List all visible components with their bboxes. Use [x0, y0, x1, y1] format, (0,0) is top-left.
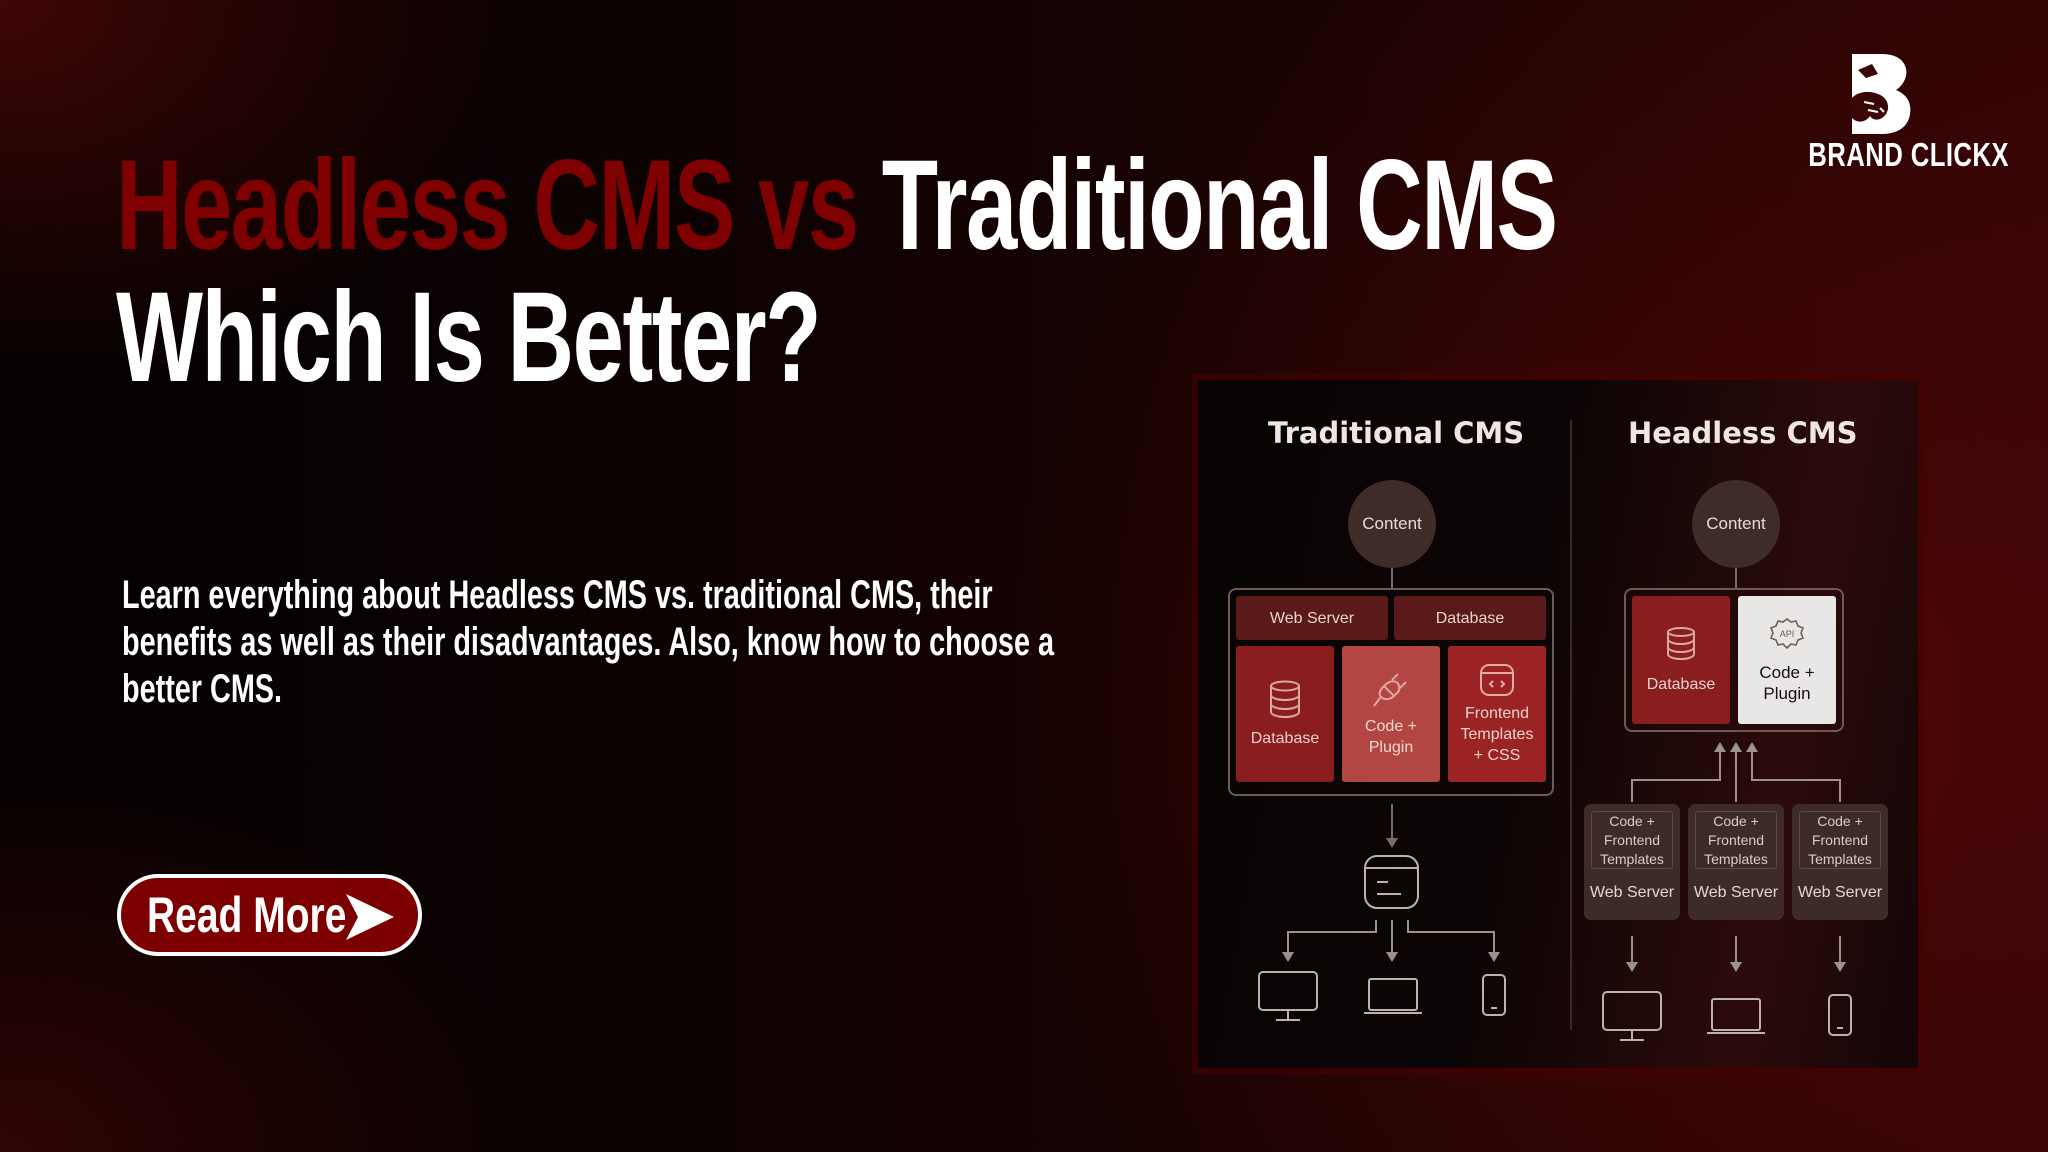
desktop-icon [1602, 991, 1662, 1041]
tile-database: Database [1632, 596, 1730, 724]
tile-database-top: Database [1394, 596, 1546, 640]
server-label: Web Server [1797, 884, 1883, 901]
server-inner: Code + Frontend Templates [1591, 811, 1673, 869]
headless-device-flow [1602, 936, 1852, 1041]
tile-label: Code + Plugin [1759, 663, 1815, 703]
tile-code-plugin: API Code + Plugin [1738, 596, 1836, 724]
read-more-label: Read More [147, 887, 347, 943]
tile-label: Database [1250, 729, 1320, 747]
play-arrow-icon [346, 894, 394, 940]
browser-window-icon [1364, 855, 1419, 909]
content-label: Content [1706, 514, 1766, 533]
tile-label: Web Server [1269, 609, 1355, 627]
server-inner: Code + Frontend Templates [1695, 811, 1777, 869]
server-inner-label: Code + Frontend Templates [1808, 812, 1872, 867]
connector-line [1735, 568, 1737, 590]
headless-title: Headless CMS [1628, 416, 1858, 450]
tile-label: Database [1435, 609, 1505, 627]
read-more-button[interactable]: Read More [117, 874, 422, 956]
traditional-stack: Web Server Database Database Code + Plug… [1228, 588, 1554, 796]
title-rest: Traditional CMS [881, 134, 1558, 277]
title-highlight: Headless CMS vs [116, 134, 859, 277]
laptop-icon [1707, 998, 1765, 1034]
server-label: Web Server [1693, 884, 1779, 901]
headless-up-arrows [1631, 742, 1841, 802]
content-label: Content [1362, 514, 1422, 533]
traditional-flow-arrows [1258, 804, 1506, 1021]
tile-label: Frontend Templates + CSS [1460, 704, 1534, 764]
brand-name: BRAND CLICKX [1808, 136, 2009, 173]
connector-line [1391, 568, 1393, 590]
database-icon [1270, 680, 1300, 718]
api-label: API [1780, 629, 1795, 639]
desktop-icon [1258, 971, 1318, 1021]
server-label: Web Server [1589, 884, 1675, 901]
brand-logo[interactable]: BRAND CLICKX [1808, 52, 2008, 174]
tile-database: Database [1236, 646, 1334, 782]
mobile-icon [1828, 994, 1852, 1036]
tile-label: Database [1646, 675, 1716, 693]
server-inner-label: Code + Frontend Templates [1704, 812, 1768, 867]
web-server-card: Code + Frontend Templates Web Server [1688, 804, 1784, 920]
traditional-content-node: Content [1348, 480, 1436, 568]
panther-b-logo-icon [1850, 54, 1911, 134]
web-server-card: Code + Frontend Templates Web Server [1792, 804, 1888, 920]
cms-comparison-diagram: Traditional CMS Content Web Server Datab… [1198, 380, 1918, 1068]
tile-web-server: Web Server [1236, 596, 1388, 640]
tile-code-plugin: Code + Plugin [1342, 646, 1440, 782]
api-gear-icon: API [1769, 618, 1805, 650]
laptop-icon [1364, 978, 1422, 1014]
plug-icon [1373, 673, 1407, 707]
code-window-icon [1480, 663, 1514, 696]
mobile-icon [1482, 974, 1506, 1016]
title-line-2: Which Is Better? [116, 266, 822, 409]
tile-label: Code + Plugin [1364, 718, 1418, 756]
server-inner: Code + Frontend Templates [1799, 811, 1881, 869]
server-inner-label: Code + Frontend Templates [1600, 812, 1664, 867]
headless-content-node: Content [1692, 480, 1780, 568]
database-icon [1667, 626, 1695, 660]
tile-frontend-templates: Frontend Templates + CSS [1448, 646, 1546, 782]
web-server-card: Code + Frontend Templates Web Server [1584, 804, 1680, 920]
arrow-head [1386, 838, 1398, 848]
headless-stack: Database API Code + Plugin [1624, 588, 1844, 732]
description: Learn everything about Headless CMS vs. … [122, 573, 1054, 711]
traditional-title: Traditional CMS [1268, 416, 1525, 450]
